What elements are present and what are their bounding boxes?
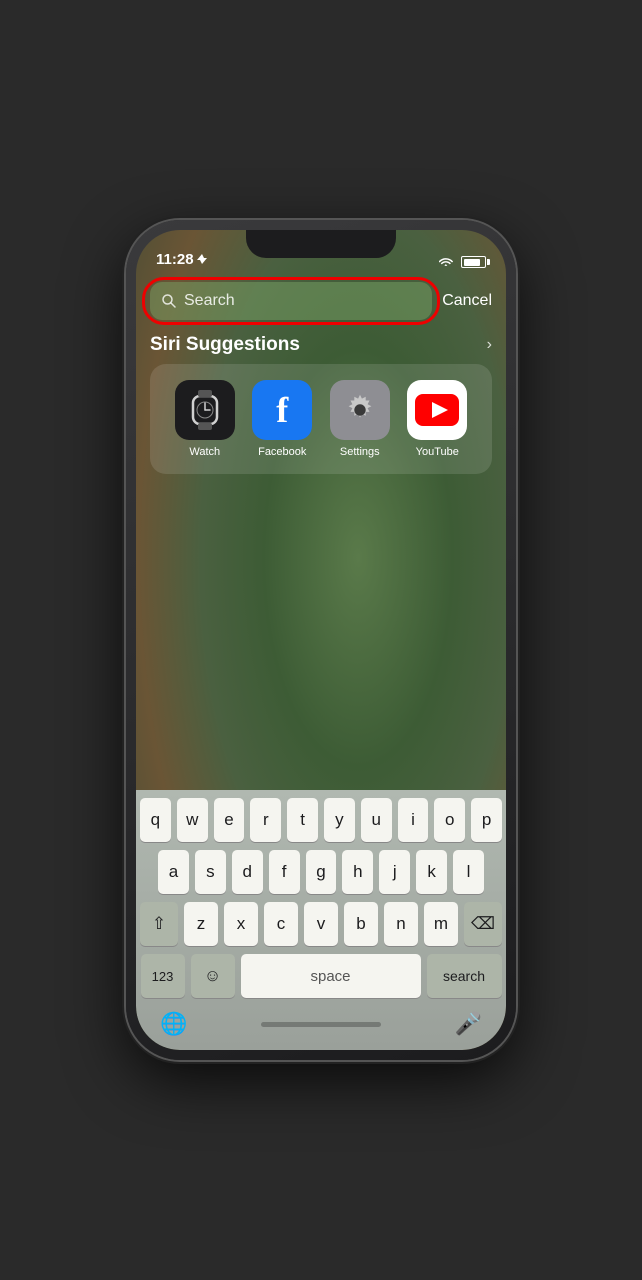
key-a[interactable]: a xyxy=(158,850,189,894)
watch-app-label: Watch xyxy=(189,446,220,458)
key-d[interactable]: d xyxy=(232,850,263,894)
siri-suggestions-header[interactable]: Siri Suggestions › xyxy=(136,328,506,364)
watch-svg xyxy=(187,388,223,432)
cancel-button[interactable]: Cancel xyxy=(442,292,492,310)
status-icons xyxy=(439,256,486,268)
key-h[interactable]: h xyxy=(342,850,373,894)
keyboard-row-4: 123 ☺ space search xyxy=(140,954,502,998)
watch-app-icon[interactable] xyxy=(175,380,235,440)
youtube-app-label: YouTube xyxy=(416,446,459,458)
app-grid: Watch f Facebook Sett xyxy=(150,364,492,474)
key-q[interactable]: q xyxy=(140,798,171,842)
keyboard-row-1: q w e r t y u i o p xyxy=(140,798,502,842)
siri-suggestions-title: Siri Suggestions xyxy=(150,334,300,356)
time-display: 11:28 xyxy=(156,251,194,268)
keyboard-row-2: a s d f g h j k l xyxy=(140,850,502,894)
shift-key[interactable]: ⇧ xyxy=(140,902,178,946)
space-key[interactable]: space xyxy=(241,954,421,998)
globe-key[interactable]: 🌐 xyxy=(160,1011,187,1037)
settings-app-label: Settings xyxy=(340,446,380,458)
key-j[interactable]: j xyxy=(379,850,410,894)
key-z[interactable]: z xyxy=(184,902,218,946)
app-item-settings[interactable]: Settings xyxy=(327,380,392,458)
status-time: 11:28 xyxy=(156,251,207,268)
key-i[interactable]: i xyxy=(398,798,429,842)
settings-gear-svg xyxy=(341,391,379,429)
phone-screen: 11:28 xyxy=(136,230,506,1050)
key-y[interactable]: y xyxy=(324,798,355,842)
keyboard: q w e r t y u i o p a s d f g xyxy=(136,790,506,1050)
search-area: Search Cancel xyxy=(136,274,506,328)
siri-more-arrow[interactable]: › xyxy=(487,336,492,354)
emoji-key[interactable]: ☺ xyxy=(191,954,235,998)
facebook-app-label: Facebook xyxy=(258,446,306,458)
key-p[interactable]: p xyxy=(471,798,502,842)
location-icon xyxy=(197,254,207,266)
app-item-watch[interactable]: Watch xyxy=(172,380,237,458)
key-l[interactable]: l xyxy=(453,850,484,894)
battery-icon xyxy=(461,256,486,268)
app-item-facebook[interactable]: f Facebook xyxy=(250,380,315,458)
content-area: Search Cancel Siri Suggestions › xyxy=(136,274,506,1050)
notch xyxy=(246,230,396,258)
delete-key[interactable]: ⌫ xyxy=(464,902,502,946)
search-placeholder: Search xyxy=(184,292,235,310)
key-g[interactable]: g xyxy=(306,850,337,894)
facebook-app-icon[interactable]: f xyxy=(252,380,312,440)
wifi-icon xyxy=(439,256,455,268)
settings-app-icon[interactable] xyxy=(330,380,390,440)
key-n[interactable]: n xyxy=(384,902,418,946)
search-key[interactable]: search xyxy=(427,954,502,998)
numbers-key[interactable]: 123 xyxy=(141,954,185,998)
key-f[interactable]: f xyxy=(269,850,300,894)
key-x[interactable]: x xyxy=(224,902,258,946)
app-item-youtube[interactable]: YouTube xyxy=(405,380,470,458)
youtube-app-icon[interactable] xyxy=(407,380,467,440)
home-indicator xyxy=(187,1022,454,1027)
keyboard-row-3: ⇧ z x c v b n m ⌫ xyxy=(140,902,502,946)
key-r[interactable]: r xyxy=(250,798,281,842)
key-e[interactable]: e xyxy=(214,798,245,842)
search-bar[interactable]: Search xyxy=(150,282,432,320)
key-k[interactable]: k xyxy=(416,850,447,894)
key-b[interactable]: b xyxy=(344,902,378,946)
microphone-key[interactable]: 🎤 xyxy=(455,1011,482,1037)
key-v[interactable]: v xyxy=(304,902,338,946)
key-s[interactable]: s xyxy=(195,850,226,894)
key-o[interactable]: o xyxy=(434,798,465,842)
search-icon xyxy=(162,294,176,308)
key-u[interactable]: u xyxy=(361,798,392,842)
key-t[interactable]: t xyxy=(287,798,318,842)
key-m[interactable]: m xyxy=(424,902,458,946)
key-c[interactable]: c xyxy=(264,902,298,946)
phone-frame: 11:28 xyxy=(126,220,516,1060)
youtube-svg xyxy=(415,394,459,426)
search-bar-wrapper: Search xyxy=(150,282,432,320)
key-w[interactable]: w xyxy=(177,798,208,842)
